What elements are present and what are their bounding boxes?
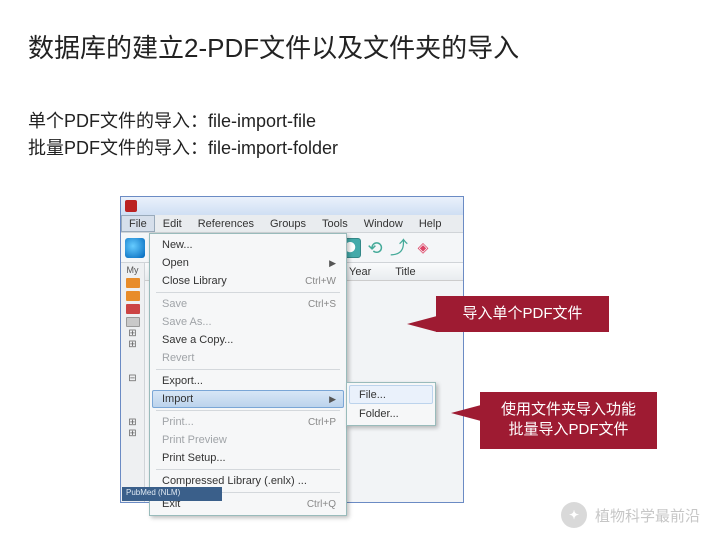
menu-help[interactable]: Help <box>411 215 450 232</box>
subtitle-line-1: 单个PDF文件的导入：file-import-file <box>28 108 338 135</box>
back-arrow-icon[interactable]: ⟲ <box>365 238 385 258</box>
menu-tools[interactable]: Tools <box>314 215 356 232</box>
col-year[interactable]: Year <box>349 266 371 278</box>
menu-item-save-as: Save As... <box>152 313 344 331</box>
expand-icon[interactable]: ⊞ <box>128 430 136 438</box>
menu-edit[interactable]: Edit <box>155 215 190 232</box>
globe-icon[interactable] <box>125 238 145 258</box>
watermark-text: 植物科学最前沿 <box>595 505 700 526</box>
sidebar-my-label: My <box>127 265 139 275</box>
endnote-window: File Edit References Groups Tools Window… <box>120 196 464 503</box>
menu-item-save-copy[interactable]: Save a Copy... <box>152 331 344 349</box>
menu-item-save: SaveCtrl+S <box>152 295 344 313</box>
window-titlebar <box>121 197 463 215</box>
menu-item-revert: Revert <box>152 349 344 367</box>
menu-separator <box>156 410 340 411</box>
col-title[interactable]: Title <box>395 266 415 278</box>
menu-groups[interactable]: Groups <box>262 215 314 232</box>
menu-item-print-preview: Print Preview <box>152 431 344 449</box>
submenu-item-folder[interactable]: Folder... <box>349 404 433 423</box>
diamond-icon[interactable]: ◈ <box>413 238 433 258</box>
forward-arrow-icon[interactable]: ⤴ <box>389 238 409 258</box>
sidebar-trash-icon[interactable] <box>126 317 140 327</box>
menu-item-print-setup[interactable]: Print Setup... <box>152 449 344 467</box>
page-subtitle: 单个PDF文件的导入：file-import-file 批量PDF文件的导入：f… <box>28 108 338 162</box>
subtitle-line-2: 批量PDF文件的导入：file-import-folder <box>28 135 338 162</box>
menu-item-import[interactable]: Import▶ <box>152 390 344 408</box>
status-bar: PubMed (NLM) <box>122 487 222 501</box>
sidebar-folder-icon[interactable] <box>126 304 140 314</box>
menu-window[interactable]: Window <box>356 215 411 232</box>
sidebar: My ⊞ ⊞ ⊟ ⊞ ⊞ <box>121 263 145 502</box>
menu-item-print: Print...Ctrl+P <box>152 413 344 431</box>
callout-arrow-icon <box>407 316 437 332</box>
import-submenu[interactable]: File... Folder... <box>346 382 436 426</box>
menu-item-export[interactable]: Export... <box>152 372 344 390</box>
menu-item-new[interactable]: New... <box>152 236 344 254</box>
file-dropdown-menu[interactable]: New... Open▶ Close LibraryCtrl+W SaveCtr… <box>149 233 347 516</box>
submenu-arrow-icon: ▶ <box>329 258 336 269</box>
expand-icon[interactable]: ⊞ <box>128 419 136 427</box>
wechat-icon: ✦ <box>561 502 587 528</box>
callout-line: 使用文件夹导入功能 <box>494 400 643 420</box>
callout-arrow-icon <box>451 405 481 421</box>
menu-item-open[interactable]: Open▶ <box>152 254 344 272</box>
app-logo-icon <box>125 200 137 212</box>
menu-separator <box>156 292 340 293</box>
collapse-icon[interactable]: ⊟ <box>128 375 136 383</box>
callout-line: 批量导入PDF文件 <box>494 420 643 440</box>
menu-references[interactable]: References <box>190 215 262 232</box>
submenu-arrow-icon: ▶ <box>329 394 336 405</box>
menubar[interactable]: File Edit References Groups Tools Window… <box>121 215 463 233</box>
expand-icon[interactable]: ⊞ <box>128 330 136 338</box>
sidebar-folder-icon[interactable] <box>126 278 140 288</box>
callout-import-single: 导入单个PDF文件 <box>436 296 609 332</box>
submenu-item-file[interactable]: File... <box>349 385 433 404</box>
watermark: ✦ 植物科学最前沿 <box>561 502 700 528</box>
menu-separator <box>156 369 340 370</box>
menu-file[interactable]: File <box>121 215 155 232</box>
expand-icon[interactable]: ⊞ <box>128 341 136 349</box>
menu-item-close-library[interactable]: Close LibraryCtrl+W <box>152 272 344 290</box>
page-title: 数据库的建立2-PDF文件以及文件夹的导入 <box>28 28 519 65</box>
sidebar-folder-icon[interactable] <box>126 291 140 301</box>
callout-import-folder: 使用文件夹导入功能 批量导入PDF文件 <box>480 392 657 449</box>
menu-separator <box>156 469 340 470</box>
